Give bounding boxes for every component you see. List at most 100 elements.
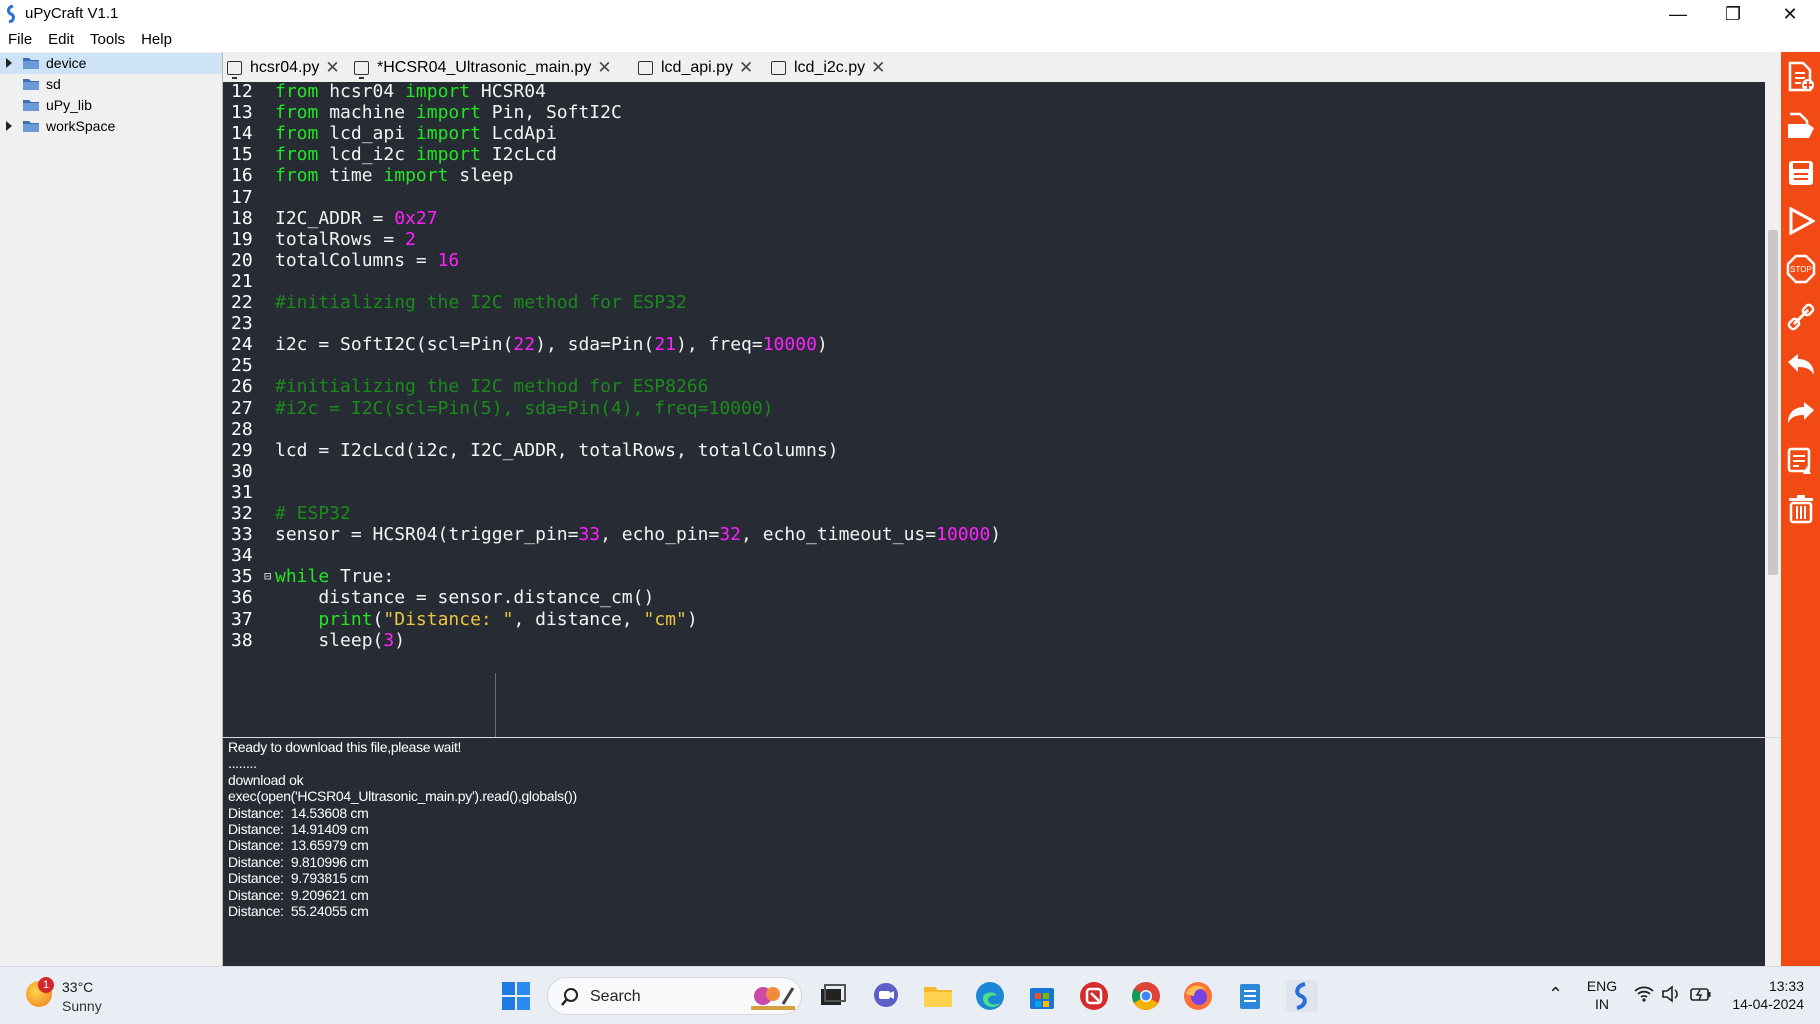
window-title: uPyCraft V1.1 bbox=[25, 5, 119, 22]
code-token: from bbox=[275, 165, 319, 187]
code-token: totalColumns = bbox=[275, 249, 438, 271]
tree-item-label: workSpace bbox=[46, 118, 116, 134]
weather-condition[interactable]: Sunny bbox=[62, 998, 102, 1014]
menu-help[interactable]: Help bbox=[133, 28, 180, 52]
undo-icon[interactable] bbox=[1785, 348, 1817, 382]
tree-item-workspace[interactable]: workSpace bbox=[0, 116, 222, 137]
menu-tools[interactable]: Tools bbox=[82, 28, 133, 52]
code-token: I2cLcd bbox=[480, 144, 557, 166]
restore-button[interactable]: ❐ bbox=[1705, 0, 1761, 28]
new-file-icon[interactable] bbox=[1785, 60, 1817, 94]
clock-date: 14-04-2024 bbox=[1732, 996, 1804, 1012]
code-token: 32 bbox=[719, 524, 742, 546]
title-bar: uPyCraft V1.1 — ❐ ✕ bbox=[0, 0, 1820, 28]
code-token: "Distance: " bbox=[383, 608, 514, 630]
taskbar-search[interactable]: Search bbox=[547, 977, 802, 1015]
console-scrollbar[interactable] bbox=[1765, 738, 1781, 967]
open-file-icon[interactable] bbox=[1785, 108, 1817, 142]
tab-lcd-i2c[interactable]: lcd_i2c.py ✕ bbox=[771, 56, 885, 80]
close-tab-icon[interactable]: ✕ bbox=[871, 58, 885, 78]
code-token: import bbox=[383, 165, 449, 187]
code-text: from lcd_api import LcdApi bbox=[275, 123, 557, 144]
menu-edit[interactable]: Edit bbox=[40, 28, 82, 52]
expand-arrow-icon[interactable] bbox=[6, 121, 12, 131]
file-tree: device sd uPy_lib workSpace bbox=[0, 52, 223, 966]
tab-hcsr04[interactable]: hcsr04.py ✕ bbox=[227, 56, 340, 80]
code-token: print bbox=[318, 608, 373, 630]
close-button[interactable]: ✕ bbox=[1762, 0, 1818, 28]
code-token: import bbox=[405, 82, 471, 102]
code-text: from hcsr04 import HCSR04 bbox=[275, 82, 546, 102]
code-token: , distance, bbox=[513, 608, 644, 630]
redo-icon[interactable] bbox=[1785, 396, 1817, 430]
edge-browser-icon[interactable] bbox=[974, 980, 1006, 1012]
notepad-icon[interactable] bbox=[1234, 980, 1266, 1012]
tab-hcsr04-ultrasonic-main[interactable]: *HCSR04_Ultrasonic_main.py ✕ bbox=[354, 56, 612, 80]
code-token: , echo_pin= bbox=[600, 524, 720, 546]
chevron-up-icon[interactable]: ⌃ bbox=[1548, 984, 1563, 1005]
console-line: Ready to download this file,please wait! bbox=[228, 739, 462, 755]
upycraft-taskbar-icon[interactable] bbox=[1286, 980, 1318, 1012]
teams-chat-icon[interactable] bbox=[870, 980, 902, 1012]
system-clock[interactable]: 13:33 14-04-2024 bbox=[1724, 977, 1804, 1013]
minimize-button[interactable]: — bbox=[1650, 0, 1706, 28]
editor-scrollbar-thumb[interactable] bbox=[1768, 230, 1778, 575]
code-token: machine bbox=[318, 102, 416, 124]
line-number: 20 bbox=[231, 249, 253, 271]
terminal-output[interactable]: Ready to download this file,please wait!… bbox=[223, 737, 1781, 967]
tree-item-sd[interactable]: sd bbox=[0, 74, 222, 95]
battery-icon[interactable] bbox=[1690, 985, 1712, 1003]
line-number: 21 bbox=[231, 270, 253, 292]
code-text: #i2c = I2C(scl=Pin(5), sda=Pin(4), freq=… bbox=[275, 398, 774, 419]
menu-file[interactable]: File bbox=[0, 28, 40, 52]
wifi-icon[interactable] bbox=[1634, 985, 1654, 1003]
firefox-browser-icon[interactable] bbox=[1182, 980, 1214, 1012]
connect-icon[interactable] bbox=[1785, 300, 1817, 334]
file-icon bbox=[771, 61, 786, 75]
code-token: ) bbox=[394, 629, 406, 651]
clear-icon[interactable] bbox=[1785, 492, 1817, 526]
weather-badge: 1 bbox=[38, 977, 54, 993]
chrome-browser-icon[interactable] bbox=[1130, 980, 1162, 1012]
fold-marker-icon[interactable]: ⊟ bbox=[264, 569, 271, 583]
app-red-icon[interactable] bbox=[1078, 980, 1110, 1012]
line-number: 15 bbox=[231, 144, 253, 166]
code-token: 3 bbox=[383, 629, 395, 651]
close-tab-icon[interactable]: ✕ bbox=[739, 58, 753, 78]
tree-item-device[interactable]: device bbox=[0, 53, 222, 74]
line-number: 29 bbox=[231, 439, 253, 461]
close-tab-icon[interactable]: ✕ bbox=[325, 58, 339, 78]
code-token: from bbox=[275, 102, 319, 124]
tab-bar: hcsr04.py ✕ *HCSR04_Ultrasonic_main.py ✕… bbox=[223, 52, 1781, 82]
task-view-icon[interactable] bbox=[816, 980, 848, 1012]
line-number: 24 bbox=[231, 334, 253, 356]
search-icon bbox=[561, 988, 578, 1006]
tree-item-upy-lib[interactable]: uPy_lib bbox=[0, 95, 222, 116]
weather-temperature[interactable]: 33°C bbox=[62, 979, 93, 995]
code-text: I2C_ADDR = 0x27 bbox=[275, 208, 438, 229]
code-token: 10000 bbox=[936, 524, 991, 546]
tab-lcd-api[interactable]: lcd_api.py ✕ bbox=[638, 56, 753, 80]
volume-icon[interactable] bbox=[1661, 985, 1681, 1003]
line-number: 14 bbox=[231, 123, 253, 145]
syntax-check-icon[interactable] bbox=[1785, 444, 1817, 478]
save-icon[interactable] bbox=[1785, 156, 1817, 190]
code-token: hcsr04 bbox=[318, 82, 406, 102]
code-token: 10000 bbox=[762, 334, 817, 356]
code-text: while True: bbox=[275, 566, 394, 587]
run-icon[interactable] bbox=[1785, 204, 1817, 238]
code-token: sleep bbox=[448, 165, 514, 187]
expand-arrow-icon[interactable] bbox=[6, 58, 12, 68]
code-text: sensor = HCSR04(trigger_pin=33, echo_pin… bbox=[275, 524, 1001, 545]
windows-start-icon[interactable] bbox=[500, 980, 532, 1012]
code-token: , echo_timeout_us= bbox=[741, 524, 937, 546]
language-indicator[interactable]: ENG IN bbox=[1586, 977, 1618, 1013]
microsoft-store-icon[interactable] bbox=[1026, 980, 1058, 1012]
file-explorer-icon[interactable] bbox=[922, 980, 954, 1012]
clock-time: 13:33 bbox=[1768, 978, 1804, 994]
close-tab-icon[interactable]: ✕ bbox=[597, 58, 611, 78]
code-editor[interactable]: 12 from hcsr04 import HCSR04 13 from machin… bbox=[223, 82, 1781, 737]
line-number: 23 bbox=[231, 313, 253, 335]
stop-icon[interactable]: STOP bbox=[1785, 252, 1817, 286]
